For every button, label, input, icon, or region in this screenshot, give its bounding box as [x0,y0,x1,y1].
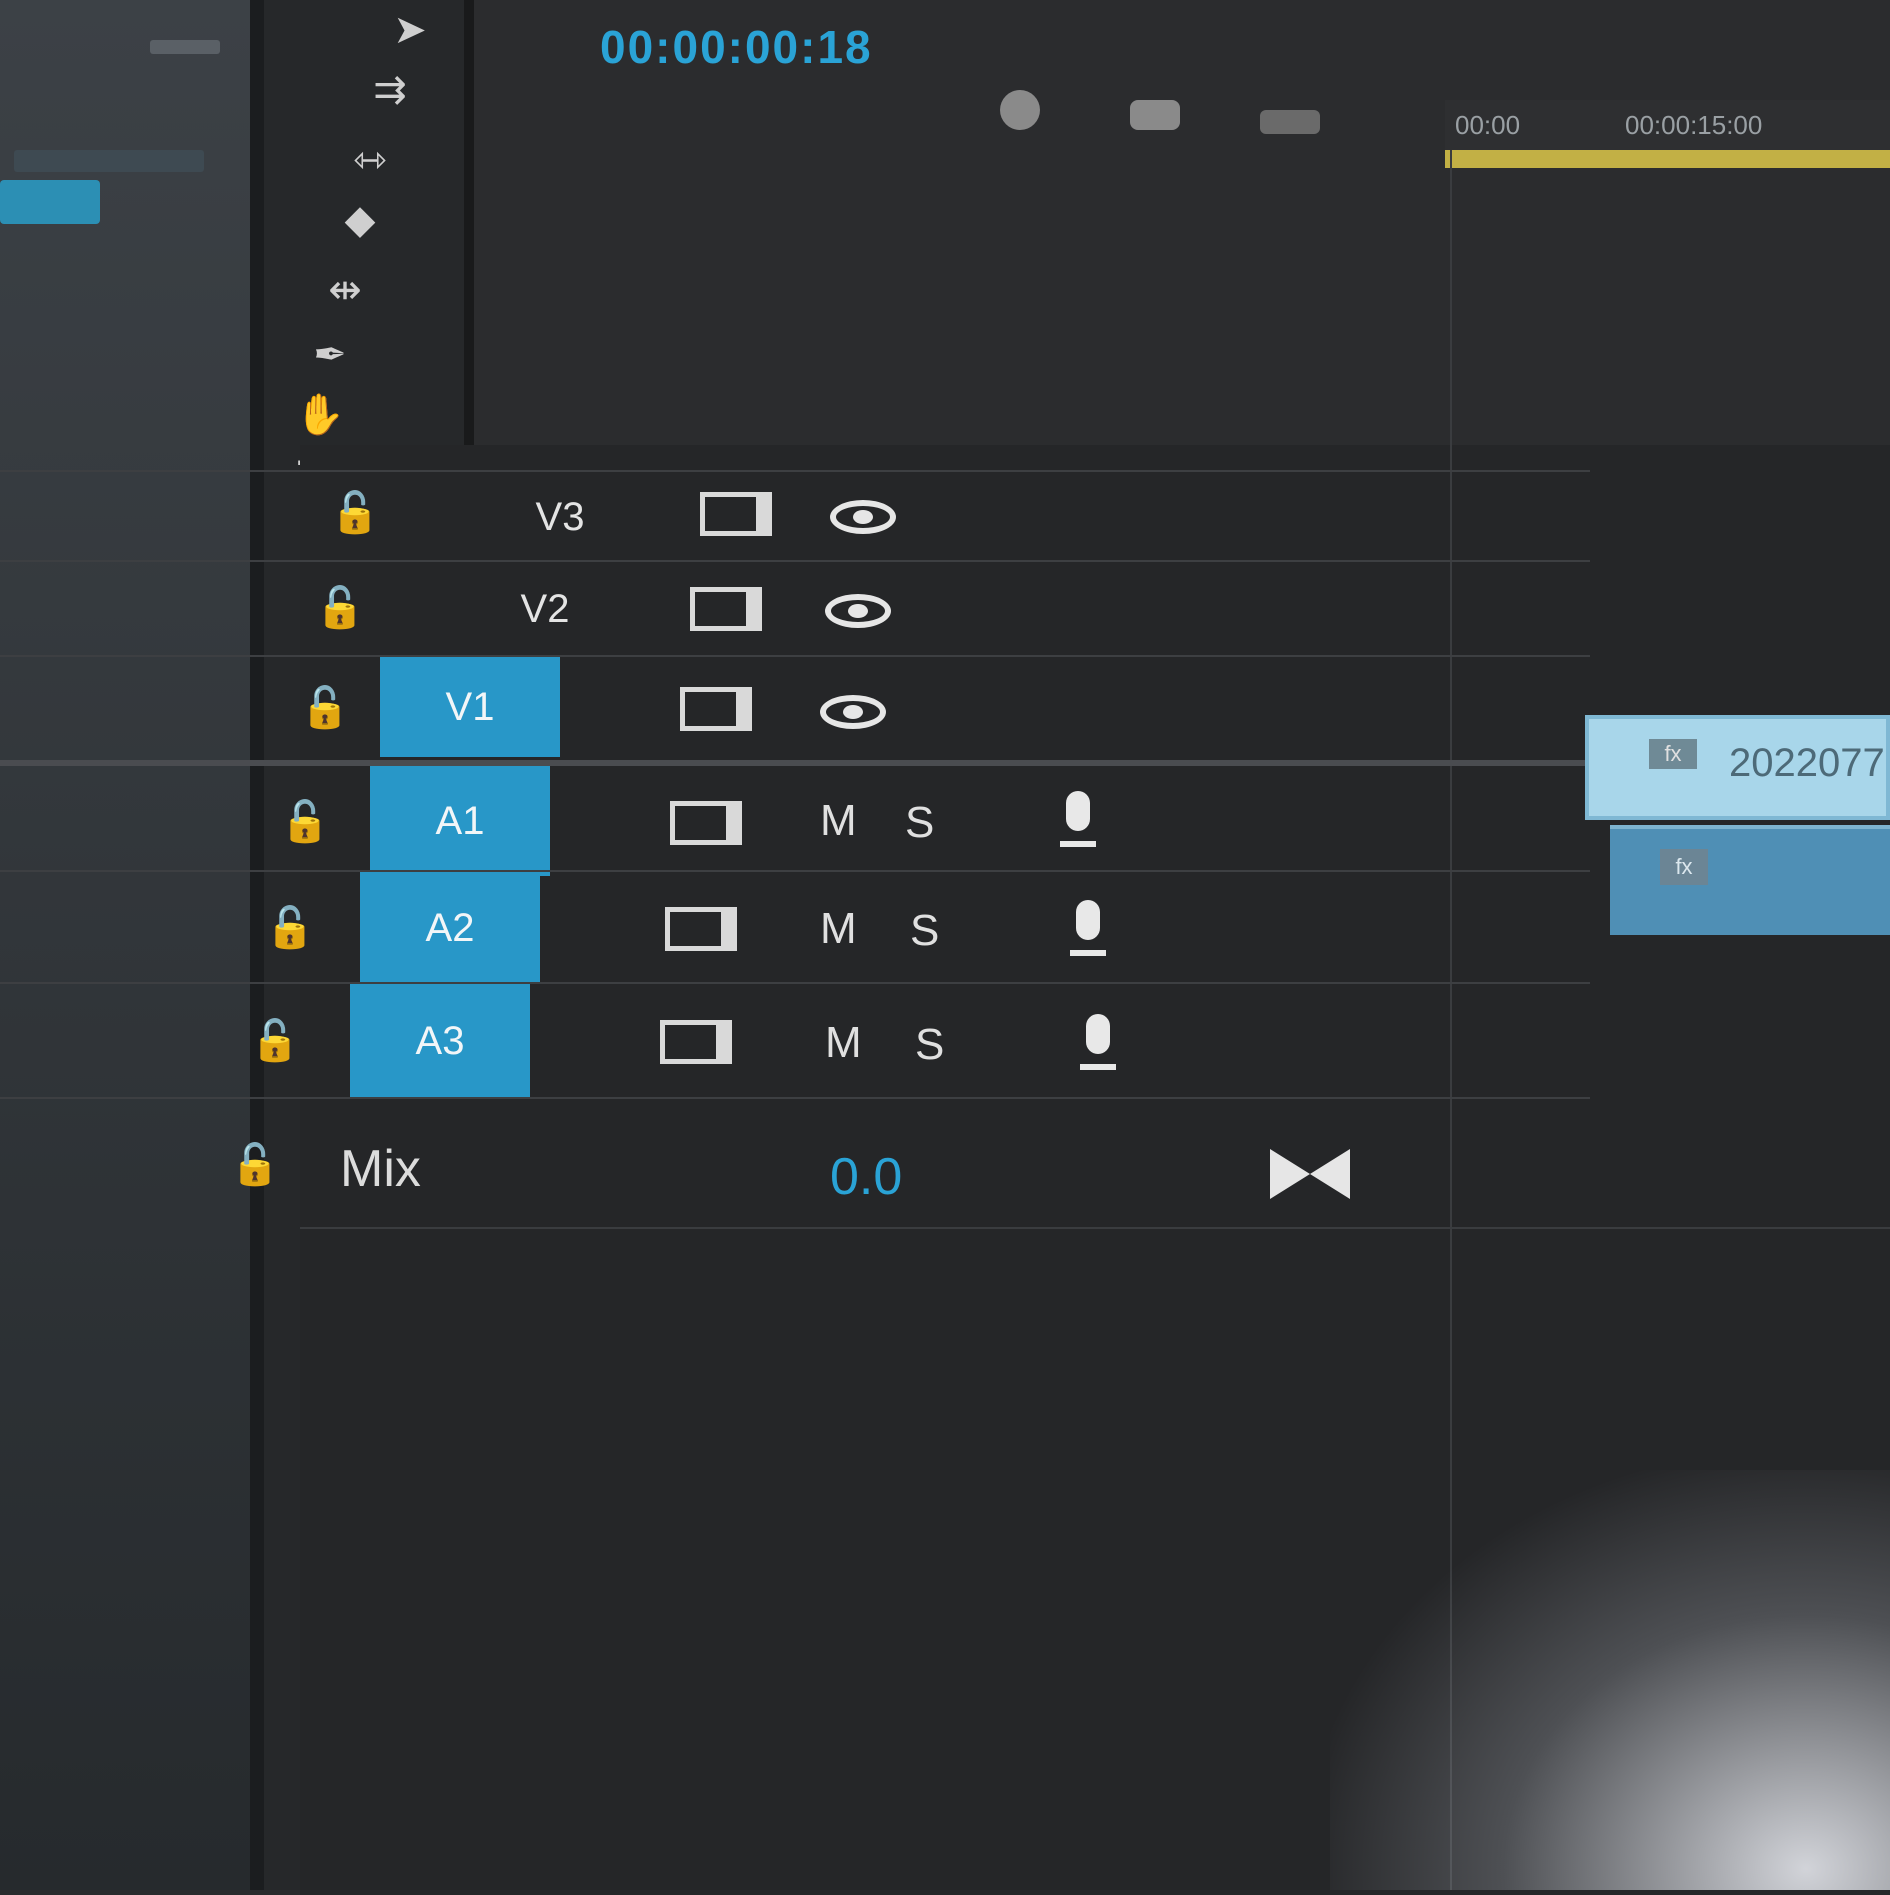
ripple-edit-icon[interactable]: ⇿ [344,140,396,180]
track-row-a3[interactable]: 🔓 A3 M S [0,982,1590,1099]
track-row-v3[interactable]: 🔓 V3 [0,470,1590,562]
eye-icon[interactable] [825,594,891,628]
track-row-mix[interactable]: 🔓 Mix 0.0 [0,1097,1590,1229]
media-thumbnail[interactable] [0,180,100,224]
video-clip[interactable]: fx 2022077 [1585,715,1890,820]
mute-button[interactable]: M [820,796,857,846]
track-row-a2[interactable]: 🔓 A2 M S [0,870,1590,984]
add-marker-icon[interactable] [1260,110,1320,134]
mix-volume-value[interactable]: 0.0 [830,1147,902,1207]
track-label-v1[interactable]: V1 [380,657,560,757]
solo-button[interactable]: S [905,798,934,848]
lock-icon[interactable]: 🔓 [300,687,350,729]
track-select-icon[interactable]: ⇉ [364,70,416,110]
panel-tab[interactable] [150,40,220,54]
snap-icon[interactable] [1000,90,1040,130]
sync-lock-icon[interactable] [665,907,737,951]
mic-icon[interactable] [1080,1014,1116,1072]
track-label-a3[interactable]: A3 [350,984,530,1099]
mic-icon[interactable] [1060,791,1096,849]
mic-icon[interactable] [1070,900,1106,958]
solo-button[interactable]: S [915,1020,944,1070]
hand-icon[interactable]: ✋ [294,395,346,435]
fx-badge[interactable]: fx [1660,849,1708,885]
lock-icon[interactable]: 🔓 [230,1144,280,1186]
audio-clip[interactable]: fx [1610,825,1890,935]
track-bottom-line [300,1227,1890,1229]
clip-name: 2022077 [1729,741,1885,785]
track-label-v3[interactable]: V3 [470,472,650,562]
razor-icon[interactable]: ◆ [334,200,386,240]
linked-selection-icon[interactable] [1130,100,1180,130]
fx-badge[interactable]: fx [1649,739,1697,769]
playhead-timecode[interactable]: 00:00:00:18 [600,20,873,74]
sync-lock-icon[interactable] [670,801,742,845]
solo-button[interactable]: S [910,906,939,956]
eye-icon[interactable] [820,695,886,729]
sync-lock-icon[interactable] [690,587,762,631]
screen-glare [1330,1470,1890,1890]
track-row-a1[interactable]: 🔓 A1 M S [0,760,1590,876]
pan-balance-icon[interactable] [1270,1149,1350,1199]
track-row-v1[interactable]: 🔓 V1 [0,655,1590,757]
slip-icon[interactable]: ⇹ [319,270,371,310]
mix-label: Mix [340,1140,421,1198]
lock-icon[interactable]: 🔓 [250,1020,300,1062]
work-area-bar[interactable] [1445,150,1890,168]
track-row-v2[interactable]: 🔓 V2 [0,560,1590,657]
track-label-a2[interactable]: A2 [360,872,540,984]
lock-icon[interactable]: 🔓 [280,801,330,843]
track-label-v2[interactable]: V2 [455,562,635,657]
lock-icon[interactable]: 🔓 [265,907,315,949]
panel-tab-bar[interactable] [14,150,204,172]
sync-lock-icon[interactable] [680,687,752,731]
ruler-label: 00:00:15:00 [1625,110,1763,140]
pen-icon[interactable]: ✒ [304,335,356,375]
lock-icon[interactable]: 🔓 [315,587,365,629]
selection-icon[interactable]: ➤ [384,10,436,50]
mute-button[interactable]: M [820,904,857,954]
sync-lock-icon[interactable] [700,492,772,536]
sync-lock-icon[interactable] [660,1020,732,1064]
lock-icon[interactable]: 🔓 [330,492,380,534]
mute-button[interactable]: M [825,1018,862,1068]
eye-icon[interactable] [830,500,896,534]
ruler-label: 00:00 [1455,110,1521,140]
track-label-a1[interactable]: A1 [370,766,550,876]
